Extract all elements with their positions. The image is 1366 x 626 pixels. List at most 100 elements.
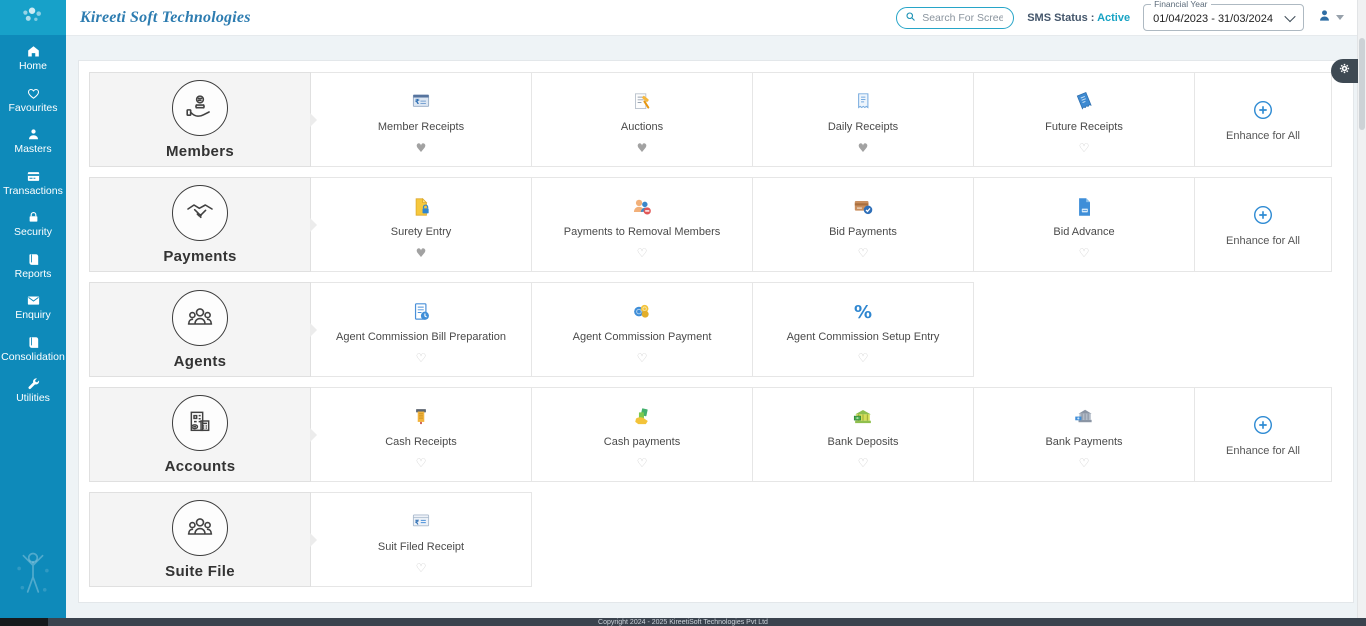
screen-item-label: Bid Payments: [825, 226, 901, 238]
favourite-heart-icon[interactable]: ♡: [1079, 142, 1090, 154]
content-card: Members ₹Member Receipts♥Auctions♥Daily R…: [78, 60, 1354, 603]
financial-year-label: Financial Year: [1151, 0, 1210, 9]
sidebar-item-consolidation[interactable]: Consolidation: [0, 329, 66, 371]
favourite-heart-icon[interactable]: ♥: [416, 247, 427, 259]
home-icon: [26, 44, 41, 59]
enhance-for-all-button[interactable]: Enhance for All: [1194, 177, 1332, 272]
favourite-heart-icon[interactable]: ♡: [637, 352, 648, 364]
financial-year-value: 01/04/2023 - 31/03/2024: [1153, 13, 1273, 25]
people-group-icon: [184, 302, 216, 334]
screen-item-bank-payments[interactable]: Bank Payments♡: [973, 387, 1195, 482]
category-row-agents: Agents Agent Commission Bill Preparation ♡…: [90, 282, 1353, 377]
category-cell-agents[interactable]: Agents: [89, 282, 311, 377]
sidebar-item-masters[interactable]: Masters: [0, 121, 66, 163]
screen-item-daily-receipts[interactable]: Daily Receipts♥: [752, 72, 974, 167]
screen-item-agent-commission-setup-entry[interactable]: %Agent Commission Setup Entry♡: [752, 282, 974, 377]
percent-icon: %: [851, 300, 875, 324]
sidebar-item-favourites[interactable]: Favourites: [0, 80, 66, 122]
sidebar-item-enquiry[interactable]: Enquiry: [0, 287, 66, 329]
sidebar-item-transactions[interactable]: Transactions: [0, 163, 66, 205]
sidebar-nav: Home Favourites Masters TransactionsSecurit…: [0, 35, 66, 412]
favourite-heart-icon[interactable]: ♥: [858, 142, 869, 154]
screen-item-agent-commission-bill-preparation[interactable]: Agent Commission Bill Preparation ♡: [310, 282, 532, 377]
app-logo[interactable]: [0, 0, 66, 35]
screen-item-agent-commission-payment[interactable]: Agent Commission Payment♡: [531, 282, 753, 377]
main-area: Members ₹Member Receipts♥Auctions♥Daily R…: [66, 36, 1366, 618]
favourite-heart-icon[interactable]: ♡: [637, 247, 648, 259]
category-cell-members[interactable]: Members: [89, 72, 311, 167]
favourite-heart-icon[interactable]: ♡: [637, 457, 648, 469]
book-icon: [26, 252, 41, 267]
sms-status-label: SMS Status :: [1027, 12, 1094, 24]
sidebar-item-home[interactable]: Home: [0, 38, 66, 80]
screen-item-label: Surety Entry: [387, 226, 456, 238]
enhance-plus-icon: [1251, 203, 1275, 227]
footer-corner: [0, 618, 48, 626]
financial-year-select[interactable]: Financial Year 01/04/2023 - 31/03/2024: [1143, 4, 1304, 31]
sidebar-item-label: Home: [19, 61, 47, 73]
enhance-plus-icon: [1251, 98, 1275, 122]
sidebar-item-label: Consolidation: [1, 352, 65, 364]
favourite-heart-icon[interactable]: ♡: [858, 457, 869, 469]
handshake-icon: [184, 197, 216, 229]
favourite-heart-icon[interactable]: ♡: [416, 352, 427, 364]
sidebar-item-reports[interactable]: Reports: [0, 246, 66, 288]
svg-text:%: %: [854, 302, 872, 323]
favourite-heart-icon[interactable]: ♡: [858, 352, 869, 364]
category-cell-suite-file[interactable]: Suite File: [89, 492, 311, 587]
favourite-heart-icon[interactable]: ♥: [416, 142, 427, 154]
receipt-rupee-icon: ₹: [409, 510, 433, 534]
screen-item-label: Agent Commission Bill Preparation: [332, 331, 510, 343]
mail-icon: [26, 293, 41, 308]
user-menu[interactable]: [1317, 8, 1344, 28]
favourite-heart-icon[interactable]: ♡: [416, 457, 427, 469]
sms-status-value: Active: [1097, 12, 1130, 24]
screen-search[interactable]: [896, 7, 1014, 29]
sidebar-item-security[interactable]: Security: [0, 204, 66, 246]
coins-icon: [630, 300, 654, 324]
enhance-plus-icon: [1251, 413, 1275, 437]
bank-green-icon: [851, 405, 875, 429]
screen-item-suit-filed-receipt[interactable]: ₹Suit Filed Receipt♡: [310, 492, 532, 587]
search-icon: [905, 9, 916, 27]
screen-item-payments-to-removal-members[interactable]: Payments to Removal Members♡: [531, 177, 753, 272]
sidebar-item-utilities[interactable]: Utilities: [0, 370, 66, 412]
category-cell-accounts[interactable]: Accounts: [89, 387, 311, 482]
screen-item-cash-payments[interactable]: Cash payments♡: [531, 387, 753, 482]
favourite-heart-icon[interactable]: ♡: [1079, 457, 1090, 469]
favourite-heart-icon[interactable]: ♥: [637, 142, 648, 154]
caret-down-icon: [1336, 15, 1344, 20]
file-lock-icon: [409, 195, 433, 219]
people-remove-icon: [630, 195, 654, 219]
svg-text:₹: ₹: [415, 97, 420, 106]
celebration-figure: [11, 545, 55, 614]
sidebar-item-label: Masters: [14, 144, 51, 156]
auction-gavel-icon: [630, 90, 654, 114]
enhance-for-all-button[interactable]: Enhance for All: [1194, 387, 1332, 482]
copyright-text: Copyright 2024 - 2025 KireetiSoft Techno…: [598, 618, 768, 626]
category-name: Members: [166, 143, 234, 160]
settings-toggle-button[interactable]: [1331, 59, 1358, 83]
screen-item-auctions[interactable]: Auctions♥: [531, 72, 753, 167]
people-group-icon: [184, 512, 216, 544]
category-cell-payments[interactable]: Payments: [89, 177, 311, 272]
vertical-scrollbar[interactable]: [1357, 0, 1366, 618]
screen-item-bid-payments[interactable]: Bid Payments ♡: [752, 177, 974, 272]
screen-item-surety-entry[interactable]: Surety Entry ♥: [310, 177, 532, 272]
screen-item-bid-advance[interactable]: Bid Advance♡: [973, 177, 1195, 272]
screen-item-cash-receipts[interactable]: Cash Receipts♡: [310, 387, 532, 482]
scrollbar-thumb[interactable]: [1359, 38, 1365, 130]
search-input[interactable]: [920, 11, 1005, 25]
screen-item-member-receipts[interactable]: ₹Member Receipts♥: [310, 72, 532, 167]
favourite-heart-icon[interactable]: ♡: [1079, 247, 1090, 259]
receipt-tilted-icon: [1072, 90, 1096, 114]
lock-icon: [26, 210, 41, 225]
favourite-heart-icon[interactable]: ♡: [416, 562, 427, 574]
enhance-for-all-button[interactable]: Enhance for All: [1194, 72, 1332, 167]
dots-logo-icon: [14, 4, 52, 32]
favourite-heart-icon[interactable]: ♡: [858, 247, 869, 259]
category-arrow-icon: [310, 218, 317, 232]
screen-item-future-receipts[interactable]: Future Receipts♡: [973, 72, 1195, 167]
screen-item-bank-deposits[interactable]: Bank Deposits♡: [752, 387, 974, 482]
doc-blue-icon: [1072, 195, 1096, 219]
